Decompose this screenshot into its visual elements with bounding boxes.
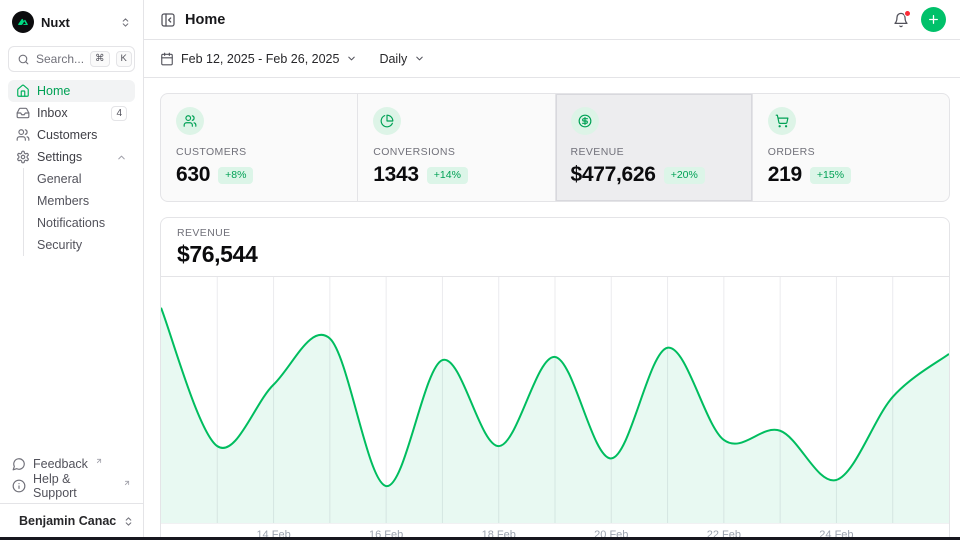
external-link-icon [123,479,131,487]
stat-value: $477,626 [571,163,656,187]
stat-value: 219 [768,163,802,187]
stat-label: REVENUE [571,146,737,158]
stat-label: CONVERSIONS [373,146,539,158]
interval-select[interactable]: Daily [379,52,425,66]
notifications-button[interactable] [893,12,909,28]
sidebar-nav: Home Inbox 4 Customers Settings Genera [8,80,135,256]
interval-value: Daily [379,52,407,66]
stat-value: 1343 [373,163,419,187]
kbd-cmd: ⌘ [90,51,110,67]
top-header: Home [144,0,960,40]
search-icon [17,53,30,66]
revenue-chart-plot[interactable] [161,277,949,523]
sidebar: Nuxt Search... ⌘ K Home Inbox 4 [0,0,144,540]
calendar-icon [160,52,174,66]
chevron-down-icon [346,53,357,64]
message-circle-icon [12,457,26,471]
stat-card-customers[interactable]: CUSTOMERS 630 +8% [161,94,357,201]
collapse-sidebar-button[interactable] [160,12,176,28]
inbox-icon [16,106,30,120]
sidebar-item-members[interactable]: Members [24,190,135,212]
nuxt-logo-icon [12,11,34,33]
stat-value: 630 [176,163,210,187]
content: CUSTOMERS 630 +8% CONVERSIONS 1343 +14% [144,78,960,540]
gear-icon [16,150,30,164]
sidebar-item-security[interactable]: Security [24,234,135,256]
add-button[interactable] [921,7,946,32]
feedback-label: Feedback [33,457,88,471]
stat-delta-badge: +14% [427,167,468,184]
settings-submenu: General Members Notifications Security [23,168,135,256]
chart-header: REVENUE $76,544 [161,218,949,277]
chevron-up-icon [116,152,127,163]
info-icon [12,479,26,493]
plus-icon [927,13,940,26]
stats-row: CUSTOMERS 630 +8% CONVERSIONS 1343 +14% [160,93,950,202]
search-input[interactable]: Search... ⌘ K [8,46,135,72]
workspace-switcher[interactable]: Nuxt [8,8,135,36]
external-link-icon [95,457,103,465]
stat-delta-badge: +15% [810,167,851,184]
stat-label: CUSTOMERS [176,146,342,158]
date-range-picker[interactable]: Feb 12, 2025 - Feb 26, 2025 [160,52,357,66]
revenue-chart-card: REVENUE $76,544 14 Feb16 Feb18 Feb20 Feb… [160,217,950,540]
users-icon [176,107,204,135]
chevron-down-icon [414,53,425,64]
help-support-label: Help & Support [33,472,116,500]
sidebar-item-notifications[interactable]: Notifications [24,212,135,234]
user-menu[interactable]: Benjamin Canac [0,503,143,540]
users-icon [16,128,30,142]
sidebar-item-label: Home [37,84,70,98]
sidebar-item-general[interactable]: General [24,168,135,190]
main-area: Home Feb 12, 2025 - Feb 26, 2025 Daily [144,0,960,540]
stat-card-orders[interactable]: ORDERS 219 +15% [753,94,949,201]
stat-card-conversions[interactable]: CONVERSIONS 1343 +14% [358,94,554,201]
sidebar-item-inbox[interactable]: Inbox 4 [8,102,135,124]
shopping-cart-icon [768,107,796,135]
chart-label: REVENUE [177,227,933,239]
date-range-value: Feb 12, 2025 - Feb 26, 2025 [181,52,339,66]
sidebar-item-customers[interactable]: Customers [8,124,135,146]
inbox-count-badge: 4 [111,106,127,121]
sidebar-item-home[interactable]: Home [8,80,135,102]
filters-toolbar: Feb 12, 2025 - Feb 26, 2025 Daily [144,40,960,78]
chevrons-up-down-icon [123,516,134,527]
pie-chart-icon [373,107,401,135]
sidebar-item-label: Inbox [37,106,68,120]
help-support-link[interactable]: Help & Support [8,475,135,497]
sidebar-footer: Feedback Help & Support Benjamin Canac [8,453,135,540]
notification-dot [904,10,911,17]
chevrons-up-down-icon [120,17,131,28]
chart-value: $76,544 [177,241,933,268]
page-title: Home [185,12,225,28]
workspace-name: Nuxt [41,15,70,30]
stat-delta-badge: +8% [218,167,253,184]
dollar-circle-icon [571,107,599,135]
user-name: Benjamin Canac [19,514,116,528]
sidebar-item-label: Customers [37,128,97,142]
stat-card-revenue[interactable]: REVENUE $477,626 +20% [556,94,752,201]
sidebar-item-settings[interactable]: Settings [8,146,135,168]
sidebar-item-label: Settings [37,150,82,164]
search-placeholder: Search... [36,52,84,66]
home-icon [16,84,30,98]
stat-delta-badge: +20% [664,167,705,184]
kbd-k: K [116,51,132,67]
stat-label: ORDERS [768,146,934,158]
